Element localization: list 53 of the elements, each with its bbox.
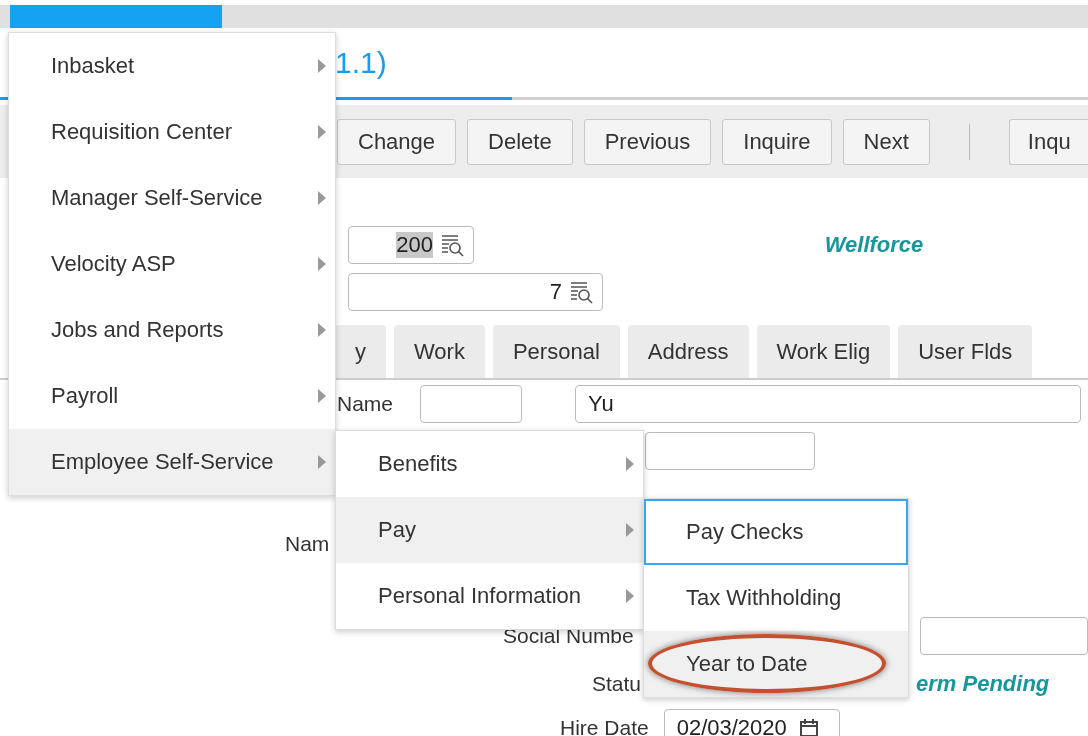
tab[interactable]: Work Elig (756, 325, 891, 378)
field-label: Nam (285, 532, 330, 556)
active-tab-bar[interactable] (10, 5, 222, 28)
input-field[interactable] (919, 617, 1088, 655)
toolbar-button[interactable]: Change (337, 118, 457, 165)
menu-item[interactable]: Inbasket (9, 33, 335, 99)
toolbar-button[interactable]: Inqu (1008, 118, 1088, 165)
menu-item[interactable]: Pay (336, 497, 643, 563)
calendar-icon[interactable] (798, 718, 819, 736)
menu-item[interactable]: Employee Self-Service (9, 429, 335, 495)
menu-item[interactable]: Jobs and Reports (9, 297, 335, 363)
lookup-icon[interactable] (441, 233, 465, 257)
chevron-right-icon (317, 190, 327, 206)
chevron-right-icon (317, 322, 327, 338)
toolbar-button[interactable]: Inquire (722, 118, 832, 165)
tab[interactable]: Personal (492, 325, 620, 378)
menu-item[interactable]: Requisition Center (9, 99, 335, 165)
toolbar-button[interactable]: Delete (467, 118, 573, 165)
date-field[interactable]: 02/03/2020 (663, 709, 840, 736)
toolbar-button[interactable]: Next (842, 118, 930, 165)
menu-item[interactable]: Year to Date (644, 631, 908, 697)
input-field[interactable]: Yu (575, 385, 1082, 423)
menu-item[interactable]: Manager Self-Service (9, 165, 335, 231)
chevron-right-icon (625, 456, 635, 472)
tab[interactable]: Work (394, 325, 485, 378)
chevron-right-icon (317, 124, 327, 140)
toolbar-button[interactable]: Previous (583, 118, 712, 165)
chevron-right-icon (317, 454, 327, 470)
menu-item[interactable]: Personal Information (336, 563, 643, 629)
lookup-icon[interactable] (570, 280, 594, 304)
field-label: Name (337, 392, 394, 416)
chevron-right-icon (317, 58, 327, 74)
tab[interactable]: y (335, 325, 386, 378)
menu-item[interactable]: Pay Checks (644, 499, 908, 565)
chevron-right-icon (625, 588, 635, 604)
company-field[interactable]: 200 (348, 226, 474, 264)
employee-field[interactable]: 7 (348, 273, 603, 311)
status-text: erm Pending (916, 671, 1050, 697)
chevron-right-icon (317, 388, 327, 404)
menu-item[interactable]: Payroll (9, 363, 335, 429)
menu-item[interactable]: Velocity ASP (9, 231, 335, 297)
input-field[interactable] (420, 385, 523, 423)
page-title: 1.1) (335, 45, 387, 80)
field-label: Statu (592, 672, 642, 696)
tab[interactable]: Address (627, 325, 749, 378)
tab[interactable]: User Flds (898, 325, 1033, 378)
chevron-right-icon (317, 256, 327, 272)
menu-item[interactable]: Benefits (336, 431, 643, 497)
chevron-right-icon (625, 522, 635, 538)
field-label: Hire Date (560, 716, 649, 736)
menu-item[interactable]: Tax Withholding (644, 565, 908, 631)
company-name: Wellforce (824, 232, 925, 258)
input-field[interactable] (645, 432, 815, 470)
